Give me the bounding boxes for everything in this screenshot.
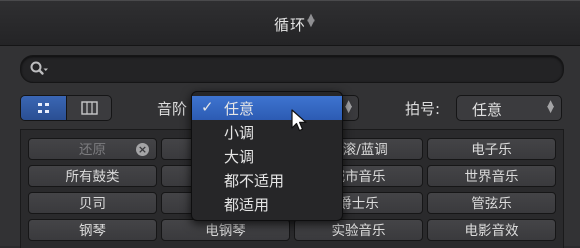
reset-button[interactable]: 还原 × [28, 138, 157, 160]
keyword-button[interactable]: 钢琴 [28, 219, 157, 241]
grid-view-icon [38, 103, 49, 113]
keyword-button[interactable]: 实验音乐 [294, 219, 423, 241]
keyword-button[interactable]: 所有鼓类 [28, 165, 157, 187]
menu-item-label: 都适用 [224, 196, 270, 214]
signature-select[interactable]: 任意 ▲ ▼ [456, 95, 562, 121]
up-down-chevron-icon: ▲ ▼ [345, 99, 352, 115]
column-view-icon [81, 101, 98, 115]
menu-item-neither[interactable]: 都不适用 [192, 168, 342, 192]
column-view-button[interactable] [66, 96, 111, 120]
keyword-button[interactable]: 贝司 [28, 192, 157, 214]
clear-icon[interactable]: × [136, 143, 149, 156]
menu-item-both[interactable]: 都适用 [192, 192, 342, 216]
scale-label: 音阶 [157, 100, 188, 118]
grid-view-button[interactable] [21, 96, 66, 120]
signature-label: 拍号: [405, 100, 441, 118]
up-down-chevron-icon: ▲ ▼ [547, 99, 554, 115]
header-title: 循环 [273, 16, 306, 34]
mouse-pointer-icon [291, 109, 307, 132]
keyword-button[interactable]: 世界音乐 [427, 165, 556, 187]
scale-dropdown-menu: ✓ 任意 小调 大调 都不适用 都适用 [191, 91, 343, 221]
search-icon[interactable] [29, 60, 49, 78]
menu-item-any[interactable]: ✓ 任意 [192, 96, 342, 120]
menu-item-label: 任意 [224, 100, 255, 118]
keyword-button[interactable]: 电影音效 [427, 219, 556, 241]
loop-browser-header[interactable]: 循环 ▲ ▼ [0, 1, 580, 46]
checkmark-icon: ✓ [201, 98, 214, 116]
menu-item-label: 小调 [224, 124, 255, 142]
keyword-button[interactable]: 电钢琴 [161, 219, 290, 241]
search-input[interactable] [20, 55, 564, 83]
signature-value: 任意 [472, 101, 503, 119]
menu-item-label: 大调 [224, 148, 255, 166]
menu-item-label: 都不适用 [224, 172, 285, 190]
menu-item-minor[interactable]: 小调 [192, 120, 342, 144]
loop-browser-panel: 循环 ▲ ▼ 音阶 ▲ ▼ 拍号: 任意 ▲ ▼ 还原 × 摇滚/蓝调 电子乐 … [0, 0, 580, 248]
view-toggle [20, 95, 112, 121]
keyword-button[interactable]: 电子乐 [427, 138, 556, 160]
menu-item-major[interactable]: 大调 [192, 144, 342, 168]
up-down-chevron-icon[interactable]: ▲ ▼ [306, 13, 316, 29]
keyword-button[interactable]: 管弦乐 [427, 192, 556, 214]
reset-label: 还原 [79, 142, 106, 158]
